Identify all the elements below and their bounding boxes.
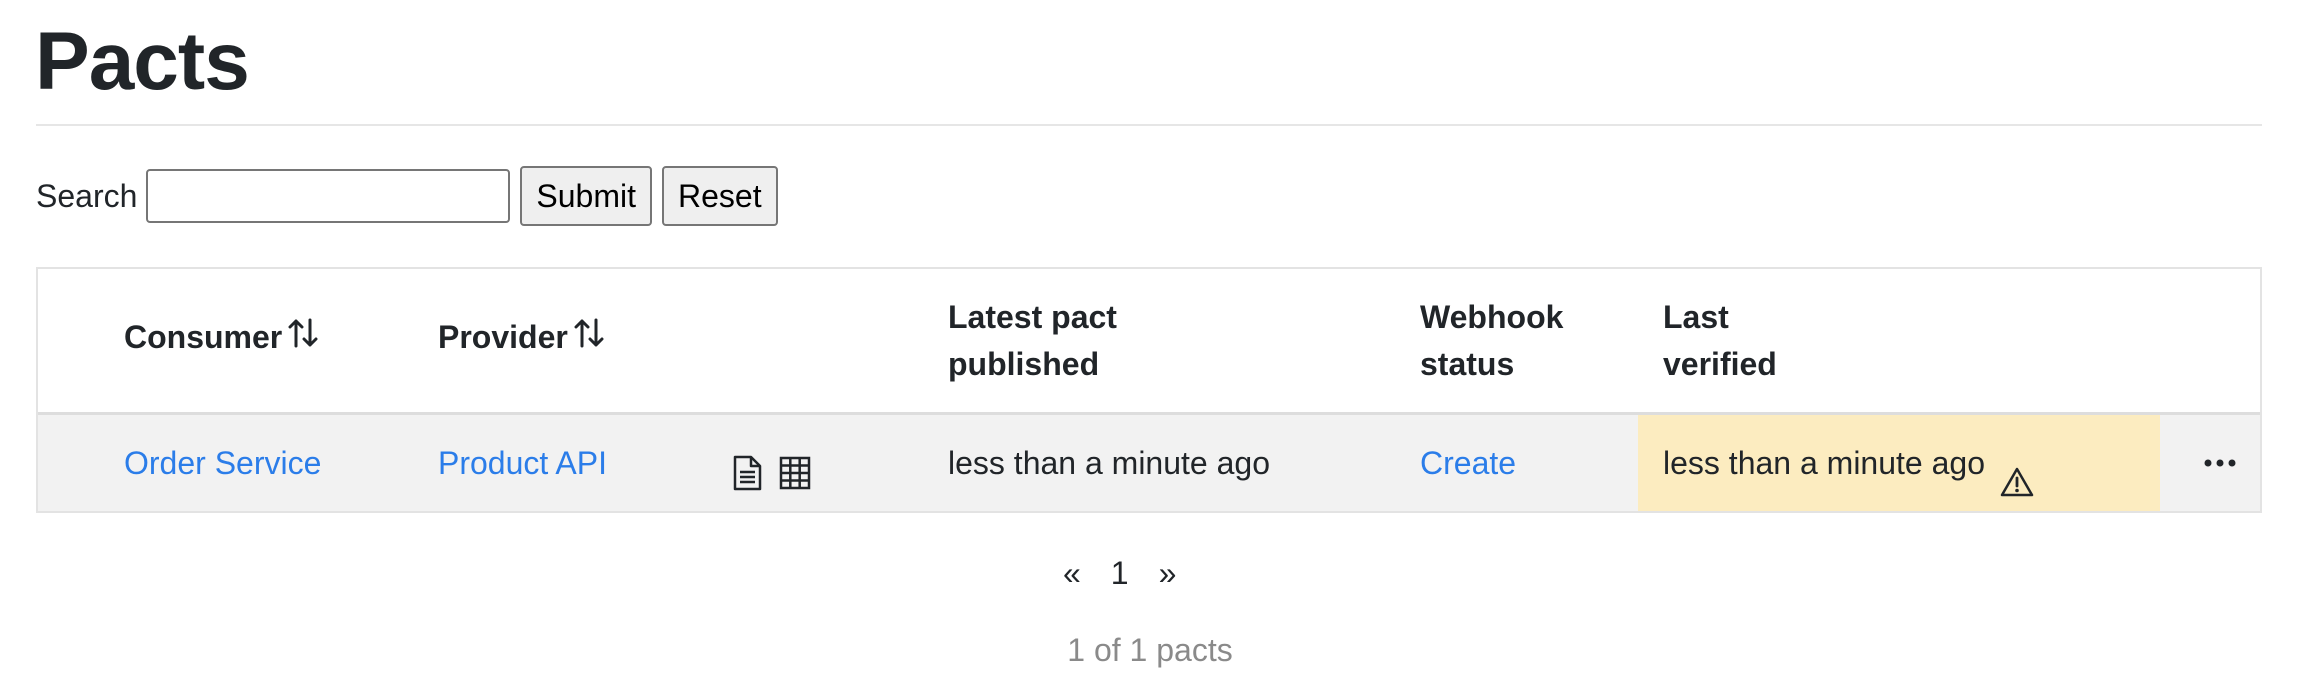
latest-pact-header-line1: Latest pact (948, 299, 1117, 335)
row-actions-ellipsis-icon[interactable] (2200, 448, 2240, 478)
last-verified-cell: less than a minute ago (1663, 415, 2034, 511)
pacts-count-summary: 1 of 1 pacts (1067, 632, 1233, 668)
latest-pact-published-header: Latest pact published (948, 294, 1117, 388)
pact-view-icons (730, 455, 814, 491)
webhook-status-header: Webhook status (1420, 294, 1563, 388)
provider-cell: Product API (438, 415, 607, 511)
provider-link[interactable]: Product API (438, 445, 607, 481)
table-row: Order Service Product API less than a mi… (38, 415, 2260, 511)
search-input[interactable] (146, 169, 511, 223)
warning-icon[interactable] (2000, 439, 2034, 535)
latest-pact-header-line2: published (948, 346, 1100, 382)
sort-icon[interactable] (574, 316, 604, 363)
pacts-page: Pacts Search Submit Reset Consumer Provi… (0, 0, 2300, 700)
pagination-page-1[interactable]: 1 (1111, 555, 1129, 592)
pacts-table: Consumer Provider Latest pact published … (36, 267, 2262, 513)
provider-header-label: Provider (438, 319, 568, 355)
sort-icon[interactable] (288, 316, 318, 363)
consumer-link[interactable]: Order Service (124, 445, 321, 481)
last-verified-header-line1: Last (1663, 299, 1729, 335)
webhook-status-header-line1: Webhook (1420, 299, 1564, 335)
provider-column-header[interactable]: Provider (438, 314, 604, 363)
page-title: Pacts (35, 16, 250, 107)
search-label: Search (36, 177, 138, 214)
pagination: « 1 » (1063, 548, 1176, 598)
table-grid-icon[interactable] (778, 455, 814, 491)
document-icon[interactable] (730, 455, 766, 491)
submit-button[interactable]: Submit (520, 166, 652, 226)
title-divider (36, 124, 2262, 126)
last-verified-text: less than a minute ago (1663, 445, 1985, 481)
pagination-prev[interactable]: « (1063, 555, 1081, 592)
search-form: Search Submit Reset (36, 166, 788, 226)
last-verified-header: Last verified (1663, 294, 1777, 388)
webhook-status-header-line2: status (1420, 346, 1515, 382)
reset-button[interactable]: Reset (661, 166, 778, 226)
pagination-next[interactable]: » (1159, 555, 1177, 592)
latest-pact-published-cell: less than a minute ago (948, 445, 1270, 481)
last-verified-header-line2: verified (1663, 346, 1777, 382)
table-header: Consumer Provider Latest pact published … (38, 269, 2260, 415)
webhook-status-cell: Create (1420, 415, 1516, 511)
create-webhook-link[interactable]: Create (1420, 445, 1516, 481)
consumer-header-label: Consumer (124, 319, 283, 355)
consumer-column-header[interactable]: Consumer (124, 314, 318, 363)
consumer-cell: Order Service (124, 415, 321, 511)
